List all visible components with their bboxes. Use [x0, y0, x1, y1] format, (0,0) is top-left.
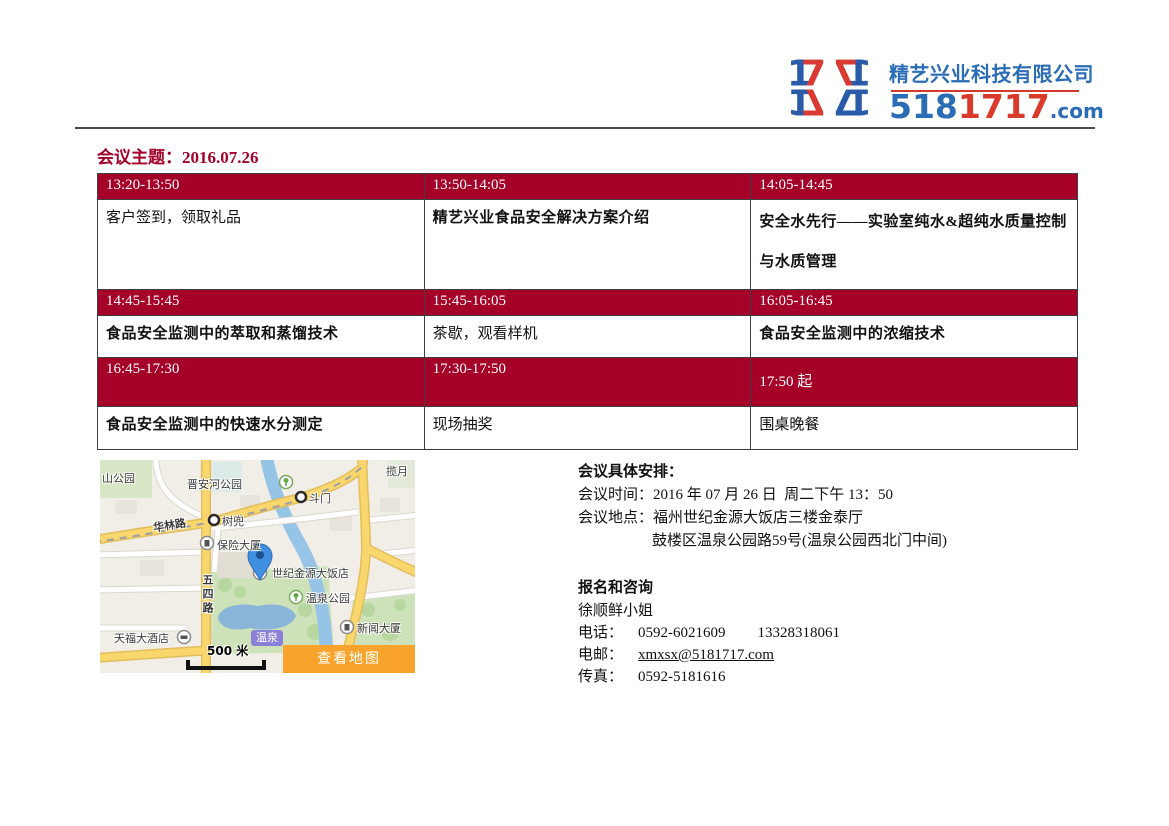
schedule-time-cell: 14:45-15:45	[98, 290, 425, 316]
schedule-time-cell: 13:20-13:50	[98, 174, 425, 200]
meeting-place-label: 会议地点：	[578, 507, 653, 530]
schedule-header-row: 16:45-17:30 17:30-17:50 17:50 起	[98, 358, 1078, 407]
page-title-label: 会议主题：	[97, 148, 182, 167]
schedule-time-cell: 16:05-16:45	[751, 290, 1078, 316]
fax-number: 0592-5181616	[638, 666, 726, 688]
map-label-tianfu: 天福大酒店	[114, 630, 169, 646]
svg-text:7: 7	[833, 81, 858, 120]
map-badge-wenquan: 温泉	[251, 630, 283, 646]
schedule-content-row: 客户签到，领取礼品 精艺兴业食品安全解决方案介绍 安全水先行——实验室纯水&超纯…	[98, 200, 1078, 290]
page-title-date: 2016.07.26	[182, 148, 259, 167]
domain-518: 518	[889, 87, 958, 126]
map-scale-label: 500 米	[207, 642, 248, 659]
schedule-header-row: 14:45-15:45 15:45-16:05 16:05-16:45	[98, 290, 1078, 316]
meeting-place-row: 会议地点： 福州世纪金源大饭店三楼金泰厅	[578, 507, 1098, 530]
schedule-content-cell: 客户签到，领取礼品	[98, 200, 425, 290]
schedule-content-cell: 围桌晚餐	[751, 407, 1078, 450]
company-name: 精艺兴业科技有限公司	[889, 58, 1089, 87]
schedule-time-cell: 14:05-14:45	[751, 174, 1078, 200]
map-label-wusi-road: 五四路	[199, 574, 215, 616]
email-label: 电邮：	[578, 644, 638, 666]
meeting-place-row2: 鼓楼区温泉公园路59号(温泉公园西北门中间)	[578, 530, 1098, 553]
map-label-doumen: 斗门	[309, 490, 331, 506]
map-label-hotel: 世纪金源大饭店	[272, 565, 349, 581]
map-label-shudou: 树兜	[222, 513, 244, 529]
phone-row: 电话： 0592-6021609 13328318061	[578, 622, 1098, 644]
phone-number-2: 13328318061	[758, 622, 841, 644]
email-row: 电邮： xmxsx@5181717.com	[578, 644, 1098, 666]
map-label-lanyue: 揽月	[386, 463, 408, 479]
schedule-content-cell: 茶歇，观看样机	[424, 316, 751, 358]
schedule-content-cell: 食品安全监测中的快速水分测定	[98, 407, 425, 450]
schedule-content-row: 食品安全监测中的萃取和蒸馏技术 茶歇，观看样机 食品安全监测中的浓缩技术	[98, 316, 1078, 358]
schedule-table: 13:20-13:50 13:50-14:05 14:05-14:45 客户签到…	[97, 173, 1078, 450]
email-link[interactable]: xmxsx@5181717.com	[638, 644, 774, 666]
map-label-shan-park: 山公园	[102, 470, 135, 486]
phone-number-1: 0592-6021609	[638, 622, 726, 644]
schedule-time-cell: 17:30-17:50	[424, 358, 751, 407]
view-map-button[interactable]: 查看地图	[283, 645, 415, 673]
schedule-time-cell: 15:45-16:05	[424, 290, 751, 316]
fax-label: 传真：	[578, 666, 638, 688]
domain-1717: 1717	[958, 87, 1050, 126]
meeting-place-value2: 鼓楼区温泉公园路59号(温泉公园西北门中间)	[652, 530, 947, 553]
svg-text:7: 7	[801, 81, 826, 120]
schedule-time-cell: 16:45-17:30	[98, 358, 425, 407]
fax-row: 传真： 0592-5181616	[578, 666, 1098, 688]
schedule-content-cell: 安全水先行——实验室纯水&超纯水质量控制与水质管理	[751, 200, 1078, 290]
map-label-baoxian: 保险大厦	[217, 537, 261, 553]
domain-com: .com	[1050, 99, 1104, 123]
phone-label: 电话：	[578, 622, 638, 644]
meeting-details: 会议具体安排： 会议时间： 2016 年 07 月 26 日 周二下午 13：5…	[578, 461, 1098, 688]
schedule-content-row: 食品安全监测中的快速水分测定 现场抽奖 围桌晚餐	[98, 407, 1078, 450]
contact-name-row: 徐顺鲜小姐	[578, 600, 1098, 622]
schedule-content-cell: 现场抽奖	[424, 407, 751, 450]
map-label-jinanhe-park: 晋安河公园	[187, 476, 242, 492]
page: { "brand": { "company": "精艺兴业科技有限公司", "d…	[0, 0, 1169, 826]
meeting-time-label: 会议时间：	[578, 484, 653, 507]
meeting-time-row: 会议时间： 2016 年 07 月 26 日 周二下午 13：50	[578, 484, 1098, 507]
schedule-content-cell: 食品安全监测中的萃取和蒸馏技术	[98, 316, 425, 358]
meeting-place-value: 福州世纪金源大饭店三楼金泰厅	[653, 507, 863, 530]
schedule-time-cell: 13:50-14:05	[424, 174, 751, 200]
map-label-xinwen: 新闻大厦	[357, 620, 401, 636]
schedule-time-cell: 17:50 起	[751, 358, 1078, 407]
map-label-wenquan-park: 温泉公园	[306, 590, 350, 606]
details-heading: 会议具体安排：	[578, 461, 1098, 484]
header-divider	[75, 127, 1095, 129]
schedule-header-row: 13:20-13:50 13:50-14:05 14:05-14:45	[98, 174, 1078, 200]
contact-name: 徐顺鲜小姐	[578, 600, 653, 622]
meeting-time-value: 2016 年 07 月 26 日 周二下午 13：50	[653, 484, 893, 507]
brand-domain: 5181717.com	[889, 92, 1089, 126]
schedule-content-cell: 食品安全监测中的浓缩技术	[751, 316, 1078, 358]
location-map: 山公园 晋安河公园 斗门 树兜 华林路 保险大厦 世纪金源大饭店 温泉公园 新闻…	[100, 460, 415, 673]
page-title: 会议主题：2016.07.26	[97, 143, 259, 168]
contact-block: 报名和咨询 徐顺鲜小姐 电话： 0592-6021609 13328318061…	[578, 577, 1098, 688]
brand-text-block: 精艺兴业科技有限公司 5181717.com	[889, 58, 1089, 126]
schedule-content-cell: 精艺兴业食品安全解决方案介绍	[424, 200, 751, 290]
brand-logo-icon: 17 17 17 17	[787, 56, 872, 119]
contact-heading: 报名和咨询	[578, 577, 1098, 600]
